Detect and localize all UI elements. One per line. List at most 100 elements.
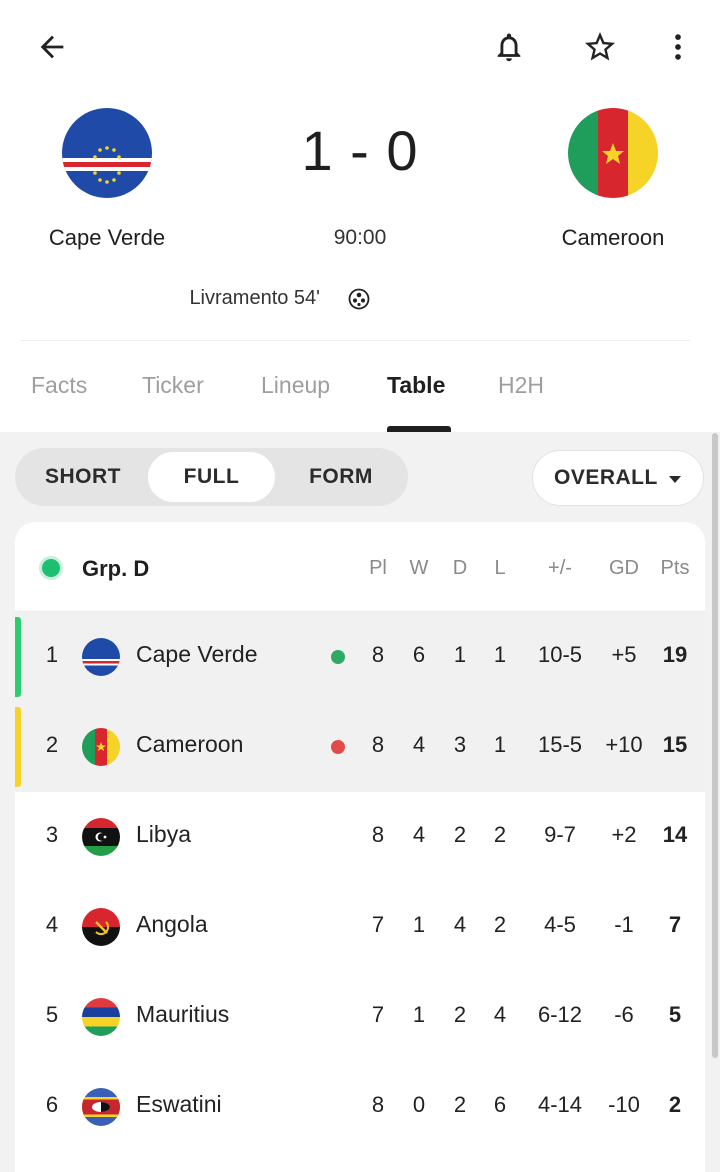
libya-flag-icon [82, 818, 120, 856]
row-drawn: 2 [453, 822, 467, 847]
row-lost: 4 [493, 1002, 507, 1027]
row-goals: 9-7 [544, 822, 576, 847]
row-won: 0 [412, 1092, 426, 1117]
col-header-goal-diff: GD [609, 557, 639, 579]
cameroon-flag-icon [82, 728, 120, 766]
col-header-points: Pts [660, 557, 690, 579]
row-goal-diff: +5 [611, 642, 637, 667]
row-points: 7 [668, 912, 682, 937]
row-lost: 6 [493, 1092, 507, 1117]
back-button[interactable] [28, 23, 76, 71]
row-won: 6 [412, 642, 426, 667]
table-row[interactable]: 2 Cameroon 8 4 3 1 15-5 +10 15 [15, 702, 705, 792]
star-icon [585, 32, 615, 61]
angola-flag-icon [82, 908, 120, 946]
scrollbar[interactable] [712, 433, 718, 1058]
row-points: 5 [668, 1002, 682, 1027]
row-played: 8 [371, 1092, 385, 1117]
row-position: 1 [45, 642, 59, 667]
row-lost: 2 [493, 912, 507, 937]
goal-scorer[interactable]: Livramento 54' [120, 287, 320, 310]
table-row[interactable]: 6 Eswatini 8 0 2 6 4-14 -10 2 [15, 1062, 705, 1152]
tab-h2h[interactable]: H2H [498, 372, 544, 399]
row-team-name: Mauritius [136, 1001, 230, 1027]
away-team-name[interactable]: Cameroon [513, 225, 713, 251]
row-played: 7 [371, 1002, 385, 1027]
table-row[interactable]: 5 Mauritius 7 1 2 4 6-12 -6 5 [15, 972, 705, 1062]
row-points: 2 [668, 1092, 682, 1117]
view-full-button[interactable]: FULL [148, 452, 275, 502]
row-goal-diff: +10 [605, 732, 643, 757]
tab-lineup[interactable]: Lineup [261, 372, 330, 399]
row-goals: 4-14 [537, 1092, 583, 1117]
tab-ticker[interactable]: Ticker [142, 372, 204, 399]
row-drawn: 4 [453, 912, 467, 937]
row-team-name: Cape Verde [136, 641, 258, 667]
eswatini-flag-icon [82, 1088, 120, 1126]
row-position: 5 [45, 1002, 59, 1027]
mauritius-flag-icon [82, 998, 120, 1036]
row-won: 1 [412, 1002, 426, 1027]
row-drawn: 2 [453, 1002, 467, 1027]
row-team-name: Angola [136, 911, 208, 937]
tab-table[interactable]: Table [387, 372, 445, 399]
table-row[interactable]: 1 Cape Verde 8 6 1 1 10-5 +5 19 [15, 612, 705, 702]
col-header-played: Pl [369, 557, 387, 579]
view-short-button[interactable]: SHORT [19, 452, 147, 502]
live-losing-indicator [331, 740, 345, 754]
live-winning-indicator [331, 650, 345, 664]
header-divider [20, 340, 690, 341]
soccer-ball-icon [348, 288, 370, 310]
back-arrow-icon [40, 35, 64, 59]
cape-verde-flag-icon [82, 638, 120, 676]
row-position: 6 [45, 1092, 59, 1117]
row-points: 19 [662, 642, 688, 667]
away-team-flag[interactable] [568, 108, 658, 198]
row-points: 14 [662, 822, 688, 847]
row-won: 1 [412, 912, 426, 937]
row-goals: 10-5 [537, 642, 583, 667]
row-position: 3 [45, 822, 59, 847]
row-goals: 6-12 [537, 1002, 583, 1027]
favorite-button[interactable] [576, 23, 624, 71]
table-filter-value: OVERALL [554, 466, 658, 489]
row-played: 7 [371, 912, 385, 937]
row-drawn: 1 [453, 642, 467, 667]
row-team-name: Eswatini [136, 1091, 222, 1117]
view-form-button[interactable]: FORM [277, 452, 405, 502]
home-team-flag[interactable] [62, 108, 152, 198]
standings-card: Grp. D Pl W D L +/- GD Pts 1 Cape Verde … [15, 522, 705, 1172]
col-header-drawn: D [452, 557, 468, 579]
match-score: 1 - 0 [301, 119, 419, 182]
notifications-button[interactable] [485, 23, 533, 71]
table-row[interactable]: 3 Libya 8 4 2 2 9-7 +2 14 [15, 792, 705, 882]
match-header: Cape Verde 1 - 0 90:00 Cameroon Livramen… [0, 0, 720, 432]
row-drawn: 3 [453, 732, 467, 757]
row-goal-diff: -10 [608, 1092, 640, 1117]
row-position: 4 [45, 912, 59, 937]
home-team-name[interactable]: Cape Verde [7, 225, 207, 251]
row-team-name: Cameroon [136, 731, 244, 757]
match-clock: 90:00 [333, 226, 387, 249]
row-position: 2 [45, 732, 59, 757]
row-played: 8 [371, 642, 385, 667]
more-vert-icon [675, 34, 681, 60]
col-header-lost: L [494, 557, 506, 579]
qualification-marker [15, 707, 21, 787]
table-filter-dropdown[interactable]: OVERALL [532, 450, 704, 506]
row-lost: 2 [493, 822, 507, 847]
row-played: 8 [371, 822, 385, 847]
col-header-goals: +/- [548, 557, 572, 579]
standings-header: Grp. D Pl W D L +/- GD Pts [15, 522, 705, 612]
row-goals: 15-5 [537, 732, 583, 757]
group-title[interactable]: Grp. D [82, 556, 149, 582]
tab-facts[interactable]: Facts [31, 372, 87, 399]
row-played: 8 [371, 732, 385, 757]
row-team-name: Libya [136, 821, 191, 847]
row-lost: 1 [493, 732, 507, 757]
active-tab-indicator [387, 426, 451, 432]
qualification-marker [15, 617, 21, 697]
table-row[interactable]: 4 Angola 7 1 4 2 4-5 -1 7 [15, 882, 705, 972]
dropdown-caret-icon [669, 476, 681, 483]
more-options-button[interactable] [654, 23, 702, 71]
